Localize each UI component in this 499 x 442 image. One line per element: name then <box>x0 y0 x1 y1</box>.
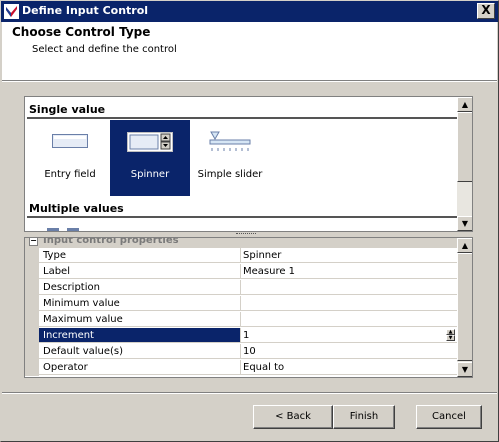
row-gutter <box>25 296 39 312</box>
property-name: Type <box>39 248 241 263</box>
increment-value-input[interactable]: 1 <box>241 328 458 343</box>
increment-spinner[interactable]: ▲ ▼ <box>446 329 455 342</box>
spinner-option[interactable]: Spinner <box>110 120 190 196</box>
entry-field-icon <box>52 134 88 148</box>
entry-field-label: Entry field <box>44 169 96 180</box>
page-title: Choose Control Type <box>12 25 151 39</box>
collapse-icon[interactable]: − <box>29 238 38 246</box>
property-value[interactable] <box>241 280 458 295</box>
property-name: Operator <box>39 360 241 375</box>
header-divider <box>2 81 497 82</box>
single-value-heading: Single value <box>29 103 106 116</box>
row-gutter <box>25 280 39 296</box>
finish-button[interactable]: Finish <box>333 405 395 429</box>
property-name: Description <box>39 280 241 295</box>
scroll-up-icon[interactable]: ▲ <box>457 238 472 253</box>
button-bar-divider <box>2 392 497 394</box>
row-gutter <box>25 264 39 280</box>
wizard-header: Choose Control Type Select and define th… <box>2 22 497 81</box>
close-button[interactable]: X <box>477 3 495 19</box>
property-value[interactable]: 10 <box>241 344 458 359</box>
property-row-operator[interactable]: Operator Equal to <box>25 360 458 376</box>
row-gutter <box>25 248 39 264</box>
category-label: Input control properties <box>43 237 179 246</box>
property-value[interactable]: Equal to <box>241 360 458 375</box>
row-gutter <box>25 344 39 360</box>
simple-slider-option[interactable]: Simple slider <box>190 120 270 196</box>
property-grid: − Input control properties Type Spinner … <box>24 237 473 378</box>
spin-down-icon[interactable]: ▼ <box>446 335 455 341</box>
cancel-button[interactable]: Cancel <box>416 405 482 429</box>
property-value[interactable]: Measure 1 <box>241 264 458 279</box>
page-subtitle: Select and define the control <box>32 44 177 55</box>
scroll-down-icon[interactable]: ▼ <box>457 216 472 231</box>
property-row-default-values[interactable]: Default value(s) 10 <box>25 344 458 360</box>
property-row-type[interactable]: Type Spinner <box>25 248 458 264</box>
scroll-down-icon[interactable]: ▼ <box>457 362 472 377</box>
row-gutter <box>25 328 39 344</box>
slider-icon <box>209 131 251 151</box>
property-value[interactable]: Spinner <box>241 248 458 263</box>
property-value[interactable] <box>241 296 458 311</box>
property-row-maximum-value[interactable]: Maximum value <box>25 312 458 328</box>
control-panel-scrollbar[interactable]: ▲ ▼ <box>457 97 472 231</box>
scroll-up-icon[interactable]: ▲ <box>457 97 472 112</box>
row-gutter <box>25 312 39 328</box>
property-category: − Input control properties <box>25 237 458 248</box>
back-button[interactable]: < Back <box>253 405 333 429</box>
multiple-values-heading: Multiple values <box>29 202 124 215</box>
multiple-values-rule <box>27 216 459 218</box>
property-name: Label <box>39 264 241 279</box>
property-value[interactable] <box>241 312 458 327</box>
row-gutter <box>25 360 39 376</box>
property-row-minimum-value[interactable]: Minimum value <box>25 296 458 312</box>
property-grid-scrollbar[interactable]: ▲ ▼ <box>457 238 472 377</box>
property-name: Default value(s) <box>39 344 241 359</box>
multi-value-icon <box>47 228 79 231</box>
spinner-icon <box>127 132 173 152</box>
title-bar: Define Input Control X <box>0 0 499 22</box>
property-name: Maximum value <box>39 312 241 327</box>
property-row-description[interactable]: Description <box>25 280 458 296</box>
entry-field-option[interactable]: Entry field <box>30 120 110 196</box>
simple-slider-label: Simple slider <box>197 169 263 180</box>
scroll-thumb[interactable] <box>457 112 472 182</box>
scroll-thumb[interactable] <box>457 253 472 361</box>
control-type-panel: Single value Entry field Spinner Simple … <box>24 96 473 232</box>
property-name: Increment <box>39 328 241 343</box>
property-row-increment[interactable]: Increment 1 ▲ ▼ <box>25 328 458 344</box>
spinner-label: Spinner <box>130 169 170 180</box>
app-logo-icon <box>4 4 19 19</box>
property-row-label[interactable]: Label Measure 1 <box>25 264 458 280</box>
single-value-rule <box>27 117 459 119</box>
property-name: Minimum value <box>39 296 241 311</box>
window-title: Define Input Control <box>22 4 149 17</box>
